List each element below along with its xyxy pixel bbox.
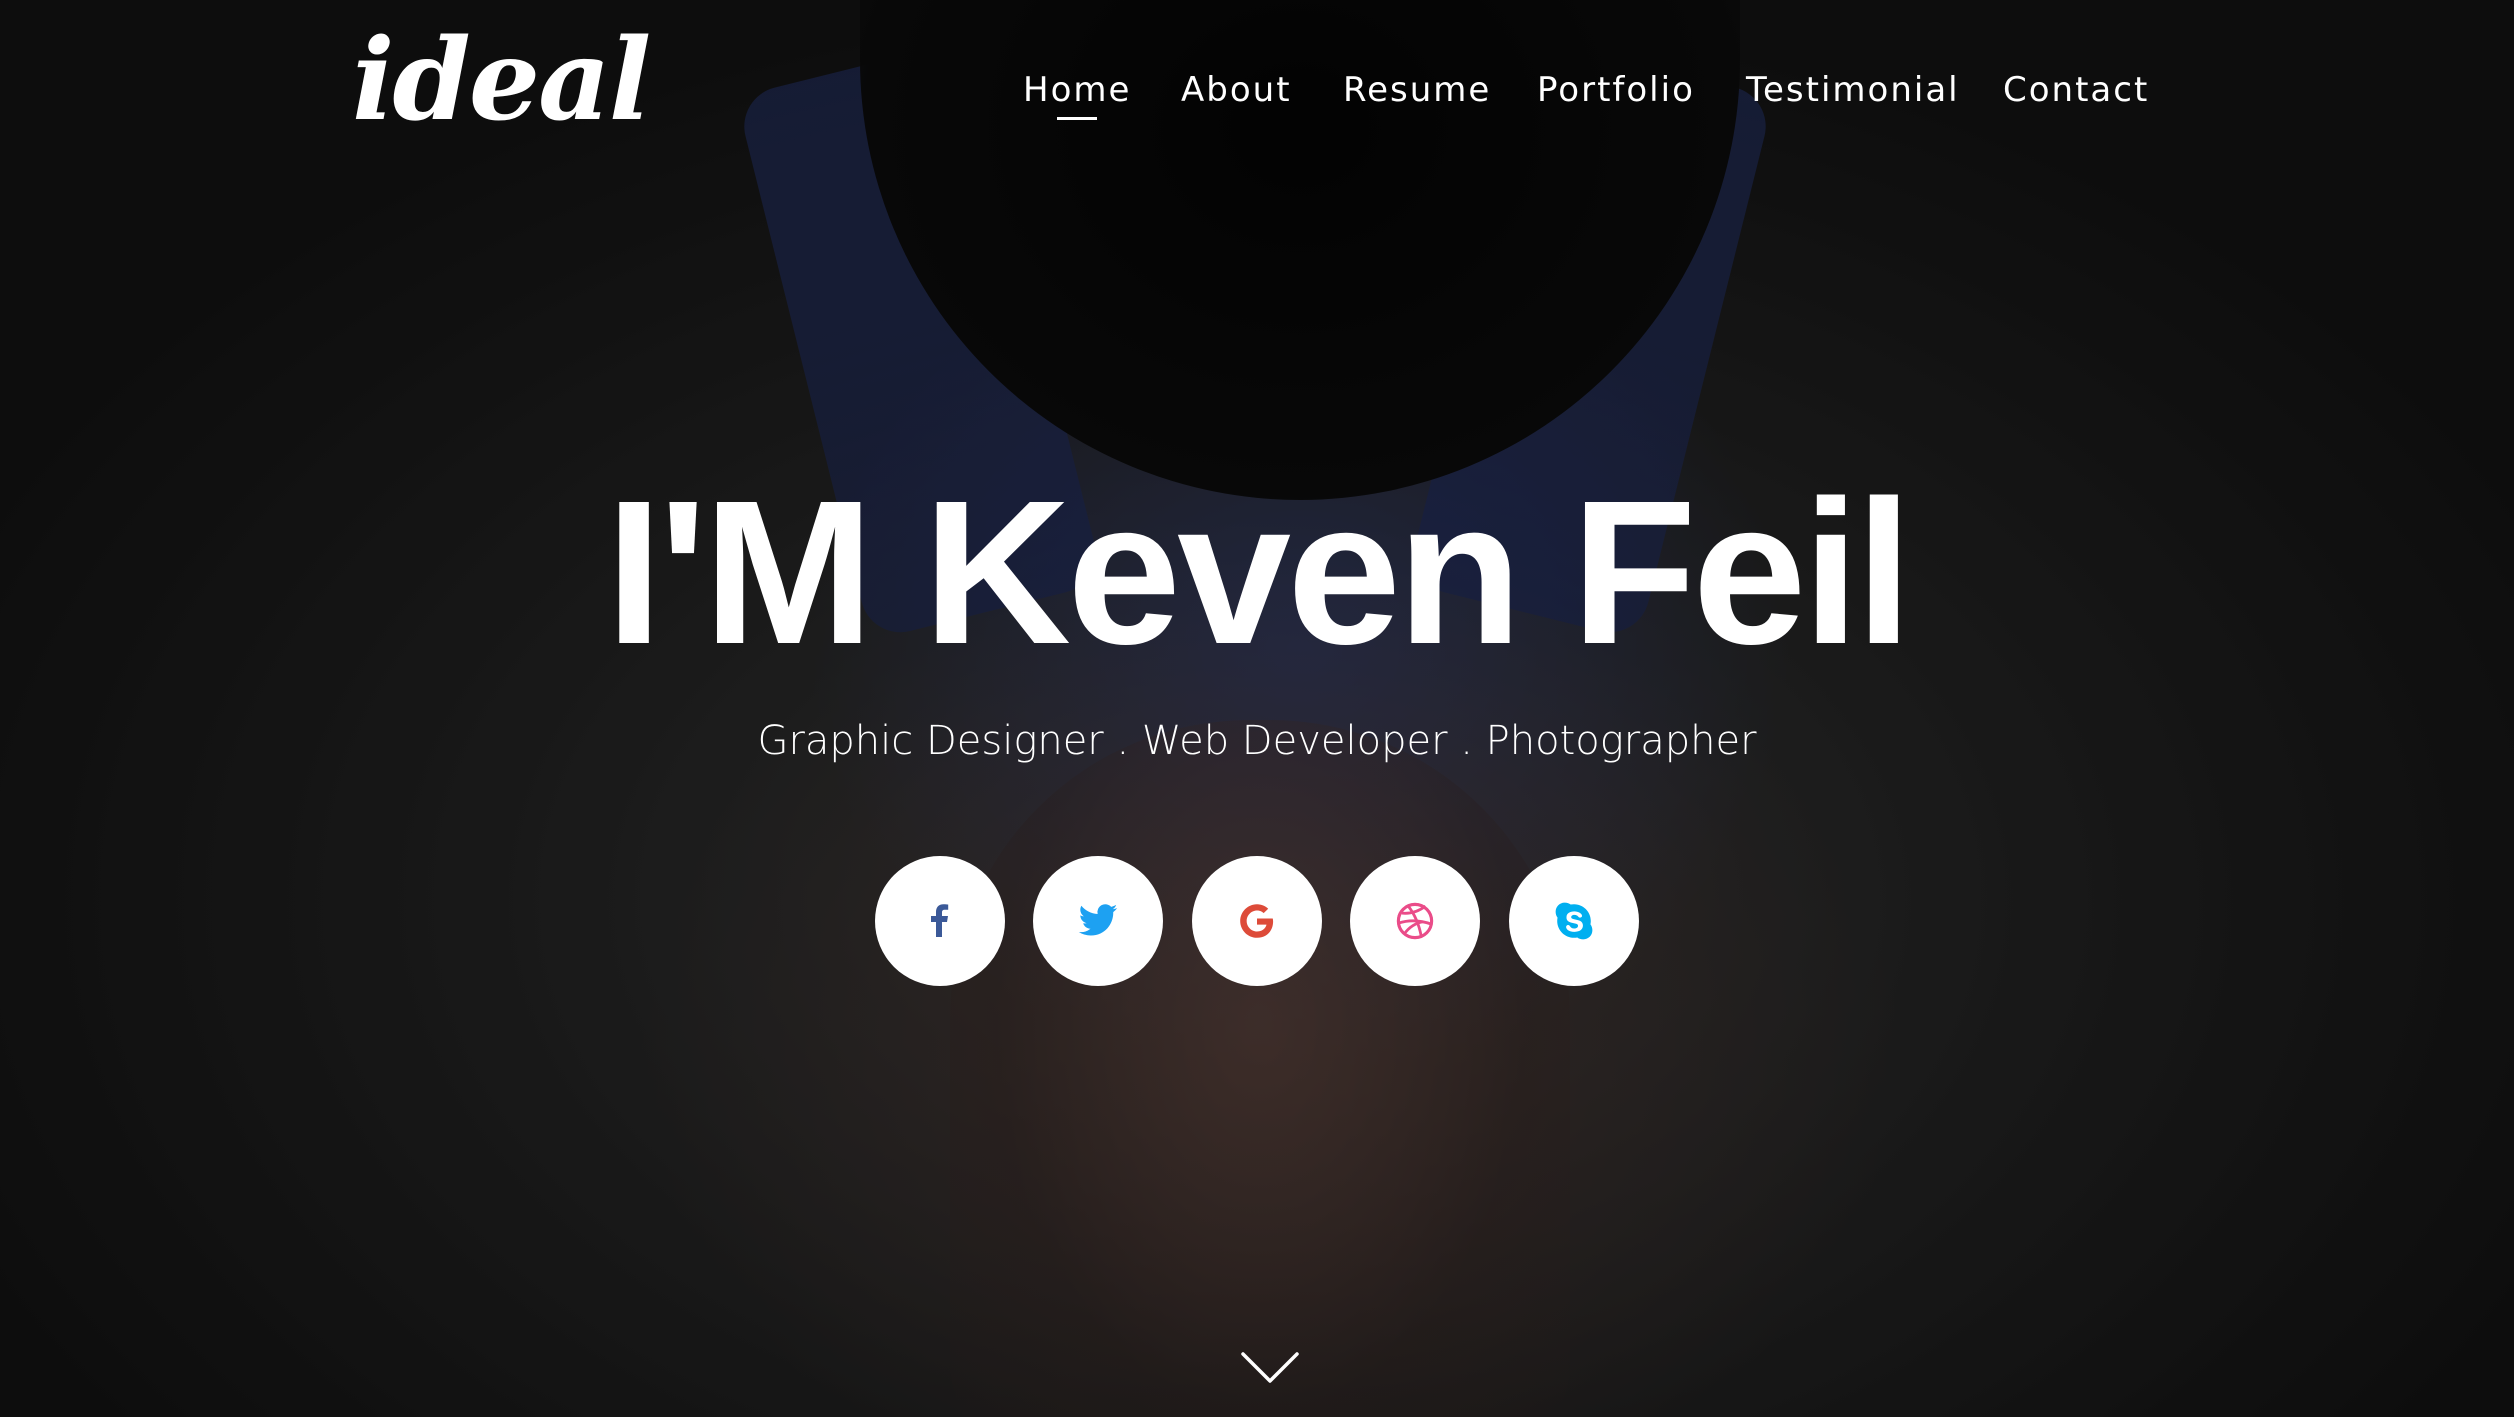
nav-item-home[interactable]: Home: [1023, 70, 1131, 110]
nav-item-testimonial[interactable]: Testimonial: [1746, 70, 1960, 110]
twitter-icon: [1078, 904, 1118, 936]
scroll-down-button[interactable]: [1240, 1350, 1300, 1386]
hero-title: I'M Keven Feil: [605, 458, 1913, 687]
facebook-icon: [931, 904, 949, 937]
google-button[interactable]: [1192, 856, 1322, 986]
facebook-button[interactable]: [875, 856, 1005, 986]
twitter-button[interactable]: [1033, 856, 1163, 986]
nav-item-portfolio[interactable]: Portfolio: [1537, 70, 1695, 110]
main-menu: Home About Resume Portfolio Testimonial …: [0, 70, 2514, 130]
skype-button[interactable]: [1509, 856, 1639, 986]
social-links: [0, 856, 2514, 986]
nav-item-about[interactable]: About: [1181, 70, 1292, 110]
hero-subtitle: Graphic Designer . Web Developer . Photo…: [757, 718, 1757, 764]
nav-item-contact[interactable]: Contact: [2003, 70, 2149, 110]
google-icon: [1240, 904, 1274, 938]
top-navigation: ideal Home About Resume Portfolio Testim…: [0, 0, 2514, 200]
dribbble-button[interactable]: [1350, 856, 1480, 986]
nav-item-resume[interactable]: Resume: [1343, 70, 1491, 110]
hero-section: ideal Home About Resume Portfolio Testim…: [0, 0, 2514, 1417]
chevron-down-icon: [1241, 1352, 1299, 1383]
dribbble-icon: [1396, 902, 1434, 940]
skype-icon: [1555, 902, 1593, 940]
background-overlay: [0, 0, 2514, 1417]
